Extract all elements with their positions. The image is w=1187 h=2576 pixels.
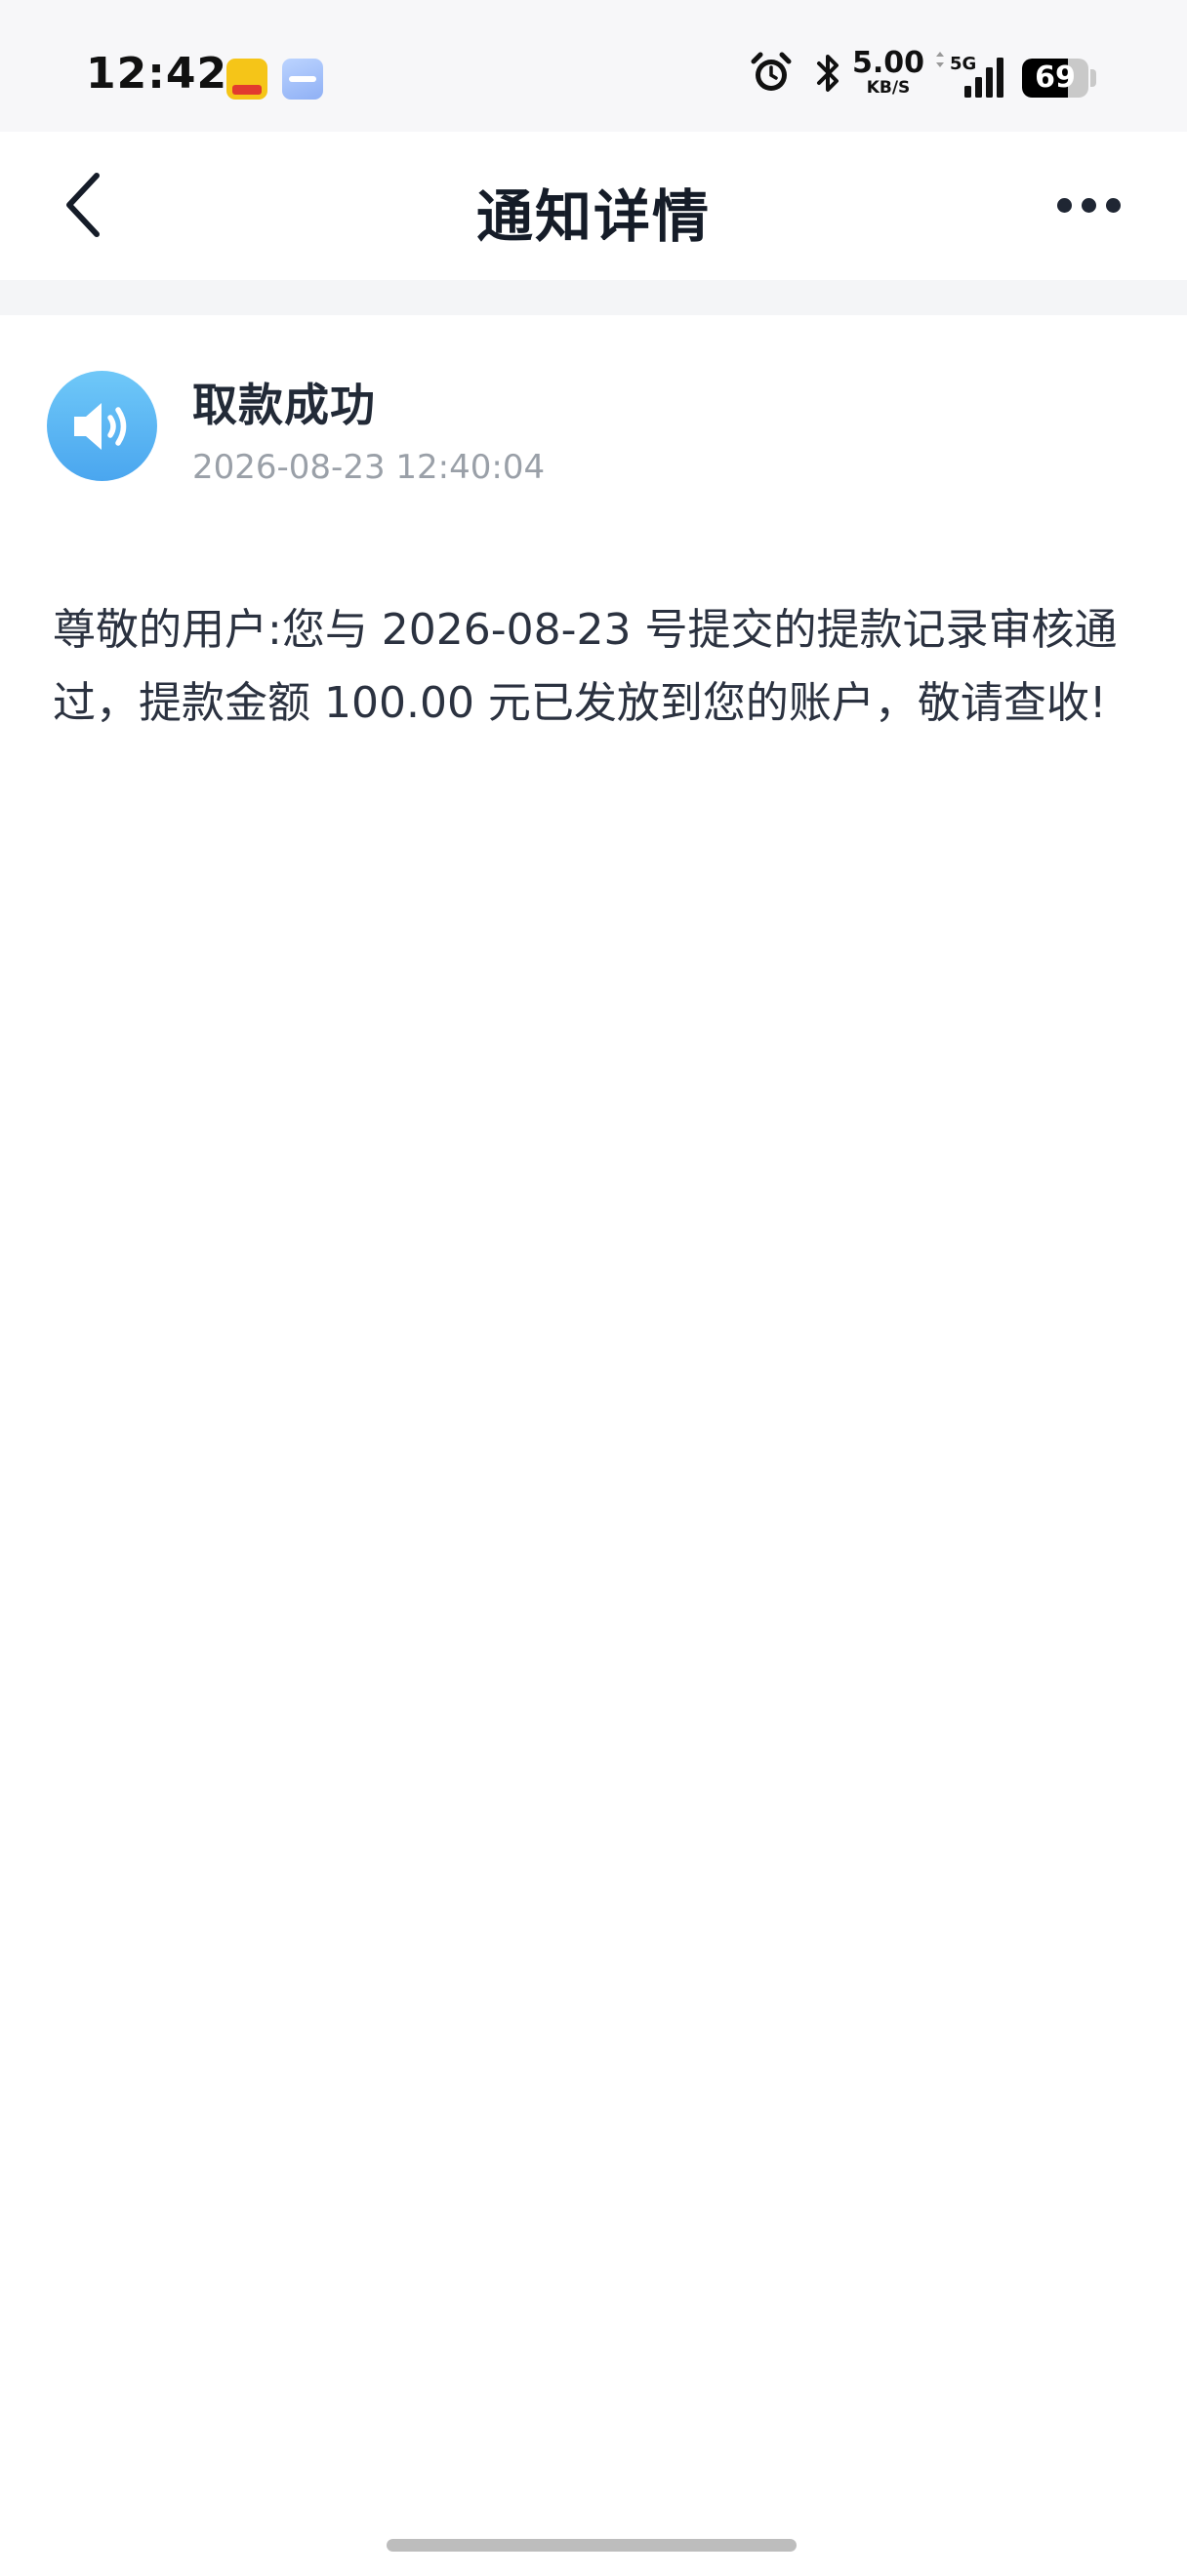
- more-dots-icon: [1081, 197, 1096, 213]
- notice-timestamp: 2026-08-23 12:40:04: [192, 448, 546, 487]
- notice-title: 取款成功: [192, 379, 376, 431]
- network-type-label: 5G: [950, 54, 976, 74]
- app-badge-icon: [226, 59, 267, 100]
- battery-icon: 69: [1022, 59, 1088, 98]
- notice-body-text: 尊敬的用户:您与 2026-08-23 号提交的提款记录审核通过，提款金额 10…: [53, 605, 1118, 728]
- page-title: 通知详情: [475, 183, 711, 250]
- alarm-icon: [751, 52, 792, 91]
- signal-icon: 5G: [936, 52, 1003, 98]
- status-time: 12:42: [86, 49, 228, 99]
- app-badge-icon: [282, 59, 323, 100]
- nav-bar: 通知详情: [0, 132, 1187, 280]
- status-bar: 12:42 5.00 KB/S 5G 69: [0, 0, 1187, 132]
- section-divider: [0, 280, 1187, 315]
- more-dots-icon: [1105, 197, 1121, 213]
- net-speed-value: 5.00: [851, 46, 925, 80]
- battery-level: 69: [1035, 60, 1076, 95]
- net-speed-unit: KB/S: [866, 78, 911, 98]
- notice-header: 取款成功 2026-08-23 12:40:04: [0, 315, 1187, 510]
- more-dots-icon: [1056, 197, 1072, 213]
- notice-avatar: [47, 371, 157, 481]
- speaker-icon: [73, 402, 126, 450]
- more-button[interactable]: [1035, 171, 1142, 239]
- home-indicator[interactable]: [387, 2539, 797, 2552]
- bluetooth-icon: [817, 55, 839, 92]
- net-speed: 5.00 KB/S: [851, 49, 925, 97]
- battery-tip: [1090, 69, 1096, 87]
